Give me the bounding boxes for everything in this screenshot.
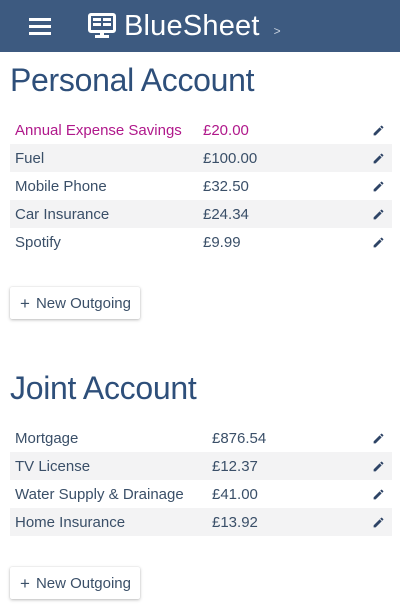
pencil-icon [373, 153, 383, 163]
edit-button[interactable] [364, 116, 392, 144]
section-title-personal: Personal Account [10, 62, 255, 98]
outgoing-amount: £20.00 [203, 121, 249, 139]
edit-button[interactable] [364, 228, 392, 256]
outgoing-name: Mobile Phone [15, 177, 107, 195]
pencil-icon [373, 181, 383, 191]
edit-button[interactable] [364, 452, 392, 480]
outgoings-table-joint: Mortgage £876.54 TV License £12.37 Water… [10, 424, 392, 536]
table-row: Water Supply & Drainage £41.00 [10, 480, 392, 508]
outgoing-amount: £100.00 [203, 149, 258, 167]
edit-button[interactable] [364, 424, 392, 452]
pencil-icon [373, 517, 383, 527]
edit-button[interactable] [364, 144, 392, 172]
outgoing-name: Annual Expense Savings [15, 121, 182, 139]
outgoing-name: Car Insurance [15, 205, 110, 223]
edit-button[interactable] [364, 480, 392, 508]
pencil-icon [373, 433, 383, 443]
edit-button[interactable] [364, 508, 392, 536]
brand-name: BlueSheet [124, 9, 260, 42]
table-row: Car Insurance £24.34 [10, 200, 392, 228]
outgoing-amount: £32.50 [203, 177, 249, 195]
new-outgoing-label: New Outgoing [35, 294, 131, 312]
top-navbar: BlueSheet > [0, 0, 400, 52]
section-title-joint: Joint Account [10, 370, 197, 406]
outgoing-amount: £876.54 [212, 429, 267, 447]
outgoing-amount: £13.92 [212, 513, 258, 531]
edit-button[interactable] [364, 172, 392, 200]
plus-icon: + [20, 293, 30, 313]
outgoing-amount: £24.34 [203, 205, 249, 223]
outgoing-name: Mortgage [15, 429, 79, 447]
table-row: TV License £12.37 [10, 452, 392, 480]
outgoing-name: TV License [15, 457, 91, 475]
table-row: Spotify £9.99 [10, 228, 392, 256]
hamburger-menu-icon [29, 17, 51, 35]
pencil-icon [373, 489, 383, 499]
nav-caret: > [273, 24, 281, 38]
outgoing-name: Spotify [15, 233, 61, 251]
outgoing-name: Home Insurance [15, 513, 126, 531]
table-row: Mortgage £876.54 [10, 424, 392, 452]
pencil-icon [373, 237, 383, 247]
edit-button[interactable] [364, 200, 392, 228]
table-row: Fuel £100.00 [10, 144, 392, 172]
table-row: Home Insurance £13.92 [10, 508, 392, 536]
outgoing-amount: £9.99 [203, 233, 241, 251]
outgoing-name: Fuel [15, 149, 45, 167]
pencil-icon [373, 125, 383, 135]
pencil-icon [373, 209, 383, 219]
menu-button[interactable] [20, 6, 60, 46]
pencil-icon [373, 461, 383, 471]
new-outgoing-button-personal[interactable]: + New Outgoing [10, 287, 140, 319]
outgoing-amount: £12.37 [212, 457, 258, 475]
table-row: Annual Expense Savings £20.00 [10, 116, 392, 144]
outgoings-table-personal: Annual Expense Savings £20.00 Fuel £100.… [10, 116, 392, 256]
new-outgoing-button-joint[interactable]: + New Outgoing [10, 567, 140, 599]
outgoing-name: Water Supply & Drainage [15, 485, 184, 503]
table-row: Mobile Phone £32.50 [10, 172, 392, 200]
new-outgoing-label: New Outgoing [35, 574, 131, 592]
brand-link[interactable]: BlueSheet [88, 10, 260, 43]
plus-icon: + [20, 573, 30, 593]
outgoing-amount: £41.00 [212, 485, 258, 503]
monitor-sheet-icon [88, 13, 116, 38]
